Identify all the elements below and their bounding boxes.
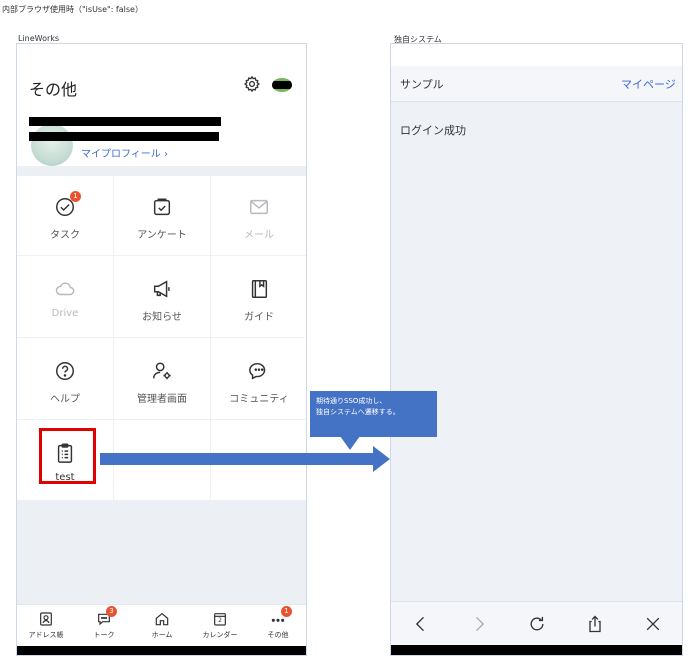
home-indicator-bar — [17, 646, 306, 655]
gear-icon[interactable] — [243, 75, 261, 93]
tab-talk[interactable]: 3 トーク — [75, 606, 133, 640]
annotation-callout: 期待通りSSO成功し、 独自システムへ遷移する。 — [310, 391, 437, 437]
cloud-icon — [55, 282, 75, 296]
header-title: サンプル — [400, 78, 444, 91]
tab-label: トーク — [93, 631, 115, 639]
close-icon[interactable] — [643, 614, 663, 634]
grid-item-label: ガイド — [244, 312, 274, 323]
grid-item-news[interactable]: お知らせ — [114, 256, 211, 338]
transition-arrow-head — [373, 446, 390, 472]
tab-address-book[interactable]: アドレス帳 — [17, 611, 75, 640]
megaphone-icon — [153, 280, 170, 298]
empty-area — [17, 500, 306, 604]
book-icon — [251, 280, 268, 298]
tab-label: カレンダー — [202, 631, 238, 639]
callout-line: 期待通りSSO成功し、 — [316, 397, 387, 405]
reload-icon[interactable] — [527, 614, 547, 634]
grid-item-survey[interactable]: アンケート — [114, 174, 211, 256]
login-success-text: ログイン成功 — [400, 124, 466, 137]
grid-item-label: メール — [244, 230, 274, 241]
redaction-bar — [29, 117, 221, 126]
grid-item-drive[interactable]: Drive — [17, 256, 114, 338]
tab-bar: アドレス帳 3 トーク ホーム 2 カレンダー 1 その他 — [17, 604, 306, 646]
tab-home[interactable]: ホーム — [133, 611, 191, 640]
custom-system-screen: サンプル マイページ ログイン成功 — [390, 43, 683, 656]
grid-item-community[interactable]: コミュニティ — [211, 338, 306, 420]
grid-item-label: タスク — [50, 230, 80, 241]
more-badge: 1 — [281, 606, 292, 617]
grid-item-task[interactable]: 1 タスク — [17, 174, 114, 256]
grid-item-admin[interactable]: 管理者画面 — [114, 338, 211, 420]
left-label: LineWorks — [18, 34, 60, 43]
admin-icon — [153, 362, 171, 380]
status-area — [391, 44, 682, 66]
survey-icon — [153, 198, 171, 216]
caption: 内部ブラウザ使用時（"isUse": false） — [2, 5, 143, 14]
grid-item-guide[interactable]: ガイド — [211, 256, 306, 338]
avatar[interactable] — [272, 78, 292, 92]
calendar-day: 2 — [218, 617, 222, 624]
profile-avatar — [31, 124, 73, 166]
grid-item-label: アンケート — [137, 230, 187, 241]
tab-calendar[interactable]: 2 カレンダー — [191, 611, 249, 640]
grid-item-help[interactable]: ヘルプ — [17, 338, 114, 420]
task-badge: 1 — [70, 191, 81, 202]
mail-icon — [250, 199, 268, 215]
forward-icon[interactable] — [469, 614, 489, 634]
grid-item-mail[interactable]: メール — [211, 174, 306, 256]
lineworks-screen: その他 マイプロフィール › 1 タスク アンケート メール Drive お知ら… — [16, 43, 307, 656]
address-book-icon — [40, 612, 52, 626]
share-icon[interactable] — [585, 614, 605, 634]
grid-item-label: お知らせ — [142, 312, 182, 323]
tab-label: ホーム — [151, 631, 173, 639]
help-icon — [56, 362, 74, 380]
tab-more[interactable]: 1 その他 — [249, 606, 306, 640]
page-title: その他 — [29, 80, 78, 99]
back-icon[interactable] — [411, 614, 431, 634]
my-profile-label: マイプロフィール — [81, 149, 161, 160]
tab-label: アドレス帳 — [28, 631, 64, 639]
grid-item-label: 管理者画面 — [137, 394, 187, 405]
chat-bubbles-icon — [249, 362, 266, 380]
tab-label: その他 — [267, 631, 289, 639]
grid-item-label: コミュニティ — [229, 394, 289, 405]
grid-item-label: Drive — [51, 308, 79, 319]
callout-pointer — [340, 436, 360, 450]
home-icon — [155, 612, 169, 626]
talk-badge: 3 — [106, 606, 117, 617]
redaction-bar — [29, 132, 219, 141]
chevron-right-icon: › — [160, 149, 168, 160]
test-highlight-box — [39, 428, 96, 484]
grid-item-label: ヘルプ — [50, 394, 80, 405]
transition-arrow — [100, 453, 375, 465]
mypage-link[interactable]: マイページ — [621, 76, 676, 92]
home-indicator-bar — [391, 645, 682, 655]
callout-line: 独自システムへ遷移する。 — [316, 408, 400, 416]
my-profile-link[interactable]: マイプロフィール › — [81, 145, 168, 160]
